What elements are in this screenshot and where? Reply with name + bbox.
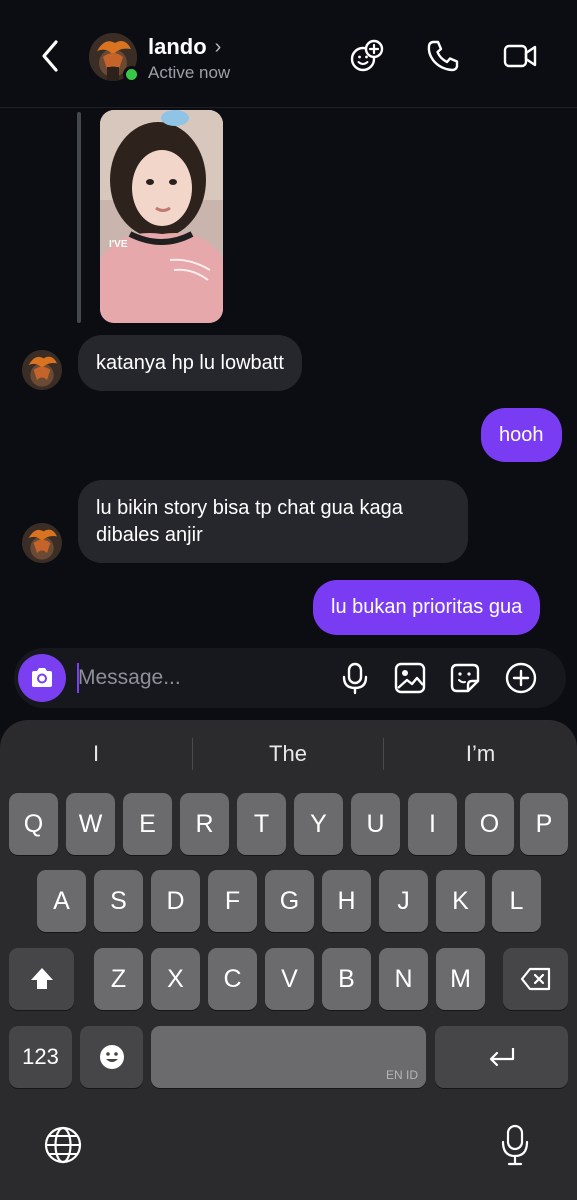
key-z[interactable]: Z xyxy=(94,948,143,1010)
message-bubble-incoming[interactable]: katanya hp lu lowbatt xyxy=(78,335,302,391)
camera-button[interactable] xyxy=(18,654,66,702)
key-t[interactable]: T xyxy=(237,793,286,855)
video-call-icon xyxy=(503,44,537,68)
key-y[interactable]: Y xyxy=(294,793,343,855)
key-p[interactable]: P xyxy=(520,793,568,855)
key-d[interactable]: D xyxy=(151,870,200,932)
key-q[interactable]: Q xyxy=(9,793,58,855)
key-h[interactable]: H xyxy=(322,870,371,932)
key-j[interactable]: J xyxy=(379,870,428,932)
dictation-button[interactable] xyxy=(495,1123,535,1166)
globe-button[interactable] xyxy=(43,1125,83,1165)
key-u[interactable]: U xyxy=(351,793,400,855)
key-s[interactable]: S xyxy=(94,870,143,932)
key-a[interactable]: A xyxy=(37,870,86,932)
phone-call-icon xyxy=(427,40,459,72)
key-m[interactable]: M xyxy=(436,948,485,1010)
suggestion-1[interactable]: I xyxy=(0,720,192,788)
onscreen-keyboard: I The I’m Q W E R T Y U I O P A S D F G … xyxy=(0,720,577,1200)
return-key[interactable] xyxy=(435,1026,568,1088)
key-g[interactable]: G xyxy=(265,870,314,932)
back-chevron-icon xyxy=(42,40,58,72)
keyboard-language-label: EN ID xyxy=(385,1068,418,1082)
video-call-button[interactable] xyxy=(502,38,538,74)
key-l[interactable]: L xyxy=(492,870,541,932)
key-o[interactable]: O xyxy=(465,793,514,855)
key-n[interactable]: N xyxy=(379,948,428,1010)
emoji-key[interactable] xyxy=(80,1026,143,1088)
shift-icon xyxy=(30,968,53,989)
return-icon xyxy=(489,1048,514,1067)
globe-icon xyxy=(44,1126,82,1164)
add-icon xyxy=(505,662,537,694)
message-bubble-incoming[interactable]: lu bikin story bisa tp chat gua kaga dib… xyxy=(78,480,468,563)
camera-icon xyxy=(32,668,52,687)
chat-header: lando › Active now xyxy=(0,0,577,108)
more-options-button[interactable] xyxy=(504,661,538,695)
add-effects-icon xyxy=(350,39,384,72)
microphone-icon xyxy=(342,662,368,695)
key-x[interactable]: X xyxy=(151,948,200,1010)
message-bubble-outgoing[interactable]: lu bukan prioritas gua xyxy=(313,580,541,635)
numbers-key[interactable]: 123 xyxy=(9,1026,72,1088)
key-v[interactable]: V xyxy=(265,948,314,1010)
space-key[interactable]: EN ID xyxy=(151,1026,426,1088)
sticker-icon xyxy=(450,663,480,693)
effects-button[interactable] xyxy=(349,38,385,74)
story-reply-image[interactable]: I'VE xyxy=(100,110,223,323)
message-input[interactable] xyxy=(78,662,318,694)
gallery-icon xyxy=(394,662,426,694)
story-reply-bar xyxy=(77,112,81,323)
message-text: katanya hp lu lowbatt xyxy=(96,351,284,374)
story-text-overlay: I'VE xyxy=(109,239,128,250)
contact-name: lando xyxy=(148,34,207,59)
suggestion-2[interactable]: The xyxy=(193,720,383,788)
backspace-key[interactable] xyxy=(503,948,568,1010)
audio-call-button[interactable] xyxy=(425,38,461,74)
key-f[interactable]: F xyxy=(208,870,257,932)
backspace-icon xyxy=(520,967,550,991)
back-button[interactable] xyxy=(36,36,66,76)
online-status-dot xyxy=(123,66,140,83)
key-c[interactable]: C xyxy=(208,948,257,1010)
contact-avatar[interactable] xyxy=(89,33,140,83)
sticker-button[interactable] xyxy=(448,661,482,695)
message-text: hooh xyxy=(499,423,544,446)
dictation-microphone-icon xyxy=(501,1124,529,1166)
shift-key[interactable] xyxy=(9,948,74,1010)
key-i[interactable]: I xyxy=(408,793,457,855)
message-bubble-outgoing[interactable]: hooh xyxy=(481,408,562,462)
voice-message-button[interactable] xyxy=(338,661,372,695)
key-e[interactable]: E xyxy=(123,793,172,855)
chevron-right-icon: › xyxy=(214,35,222,58)
emoji-icon xyxy=(99,1045,124,1069)
sender-avatar[interactable] xyxy=(22,350,62,390)
key-k[interactable]: K xyxy=(436,870,485,932)
active-status: Active now xyxy=(148,63,231,82)
message-text: lu bukan prioritas gua xyxy=(331,596,523,618)
key-w[interactable]: W xyxy=(66,793,115,855)
contact-name-row[interactable]: lando › xyxy=(148,34,221,60)
key-b[interactable]: B xyxy=(322,948,371,1010)
message-composer xyxy=(14,648,566,708)
suggestion-3[interactable]: I’m xyxy=(384,720,577,788)
key-r[interactable]: R xyxy=(180,793,229,855)
gallery-button[interactable] xyxy=(393,661,427,695)
message-text: lu bikin story bisa tp chat gua kaga dib… xyxy=(96,496,403,546)
sender-avatar[interactable] xyxy=(22,523,62,563)
